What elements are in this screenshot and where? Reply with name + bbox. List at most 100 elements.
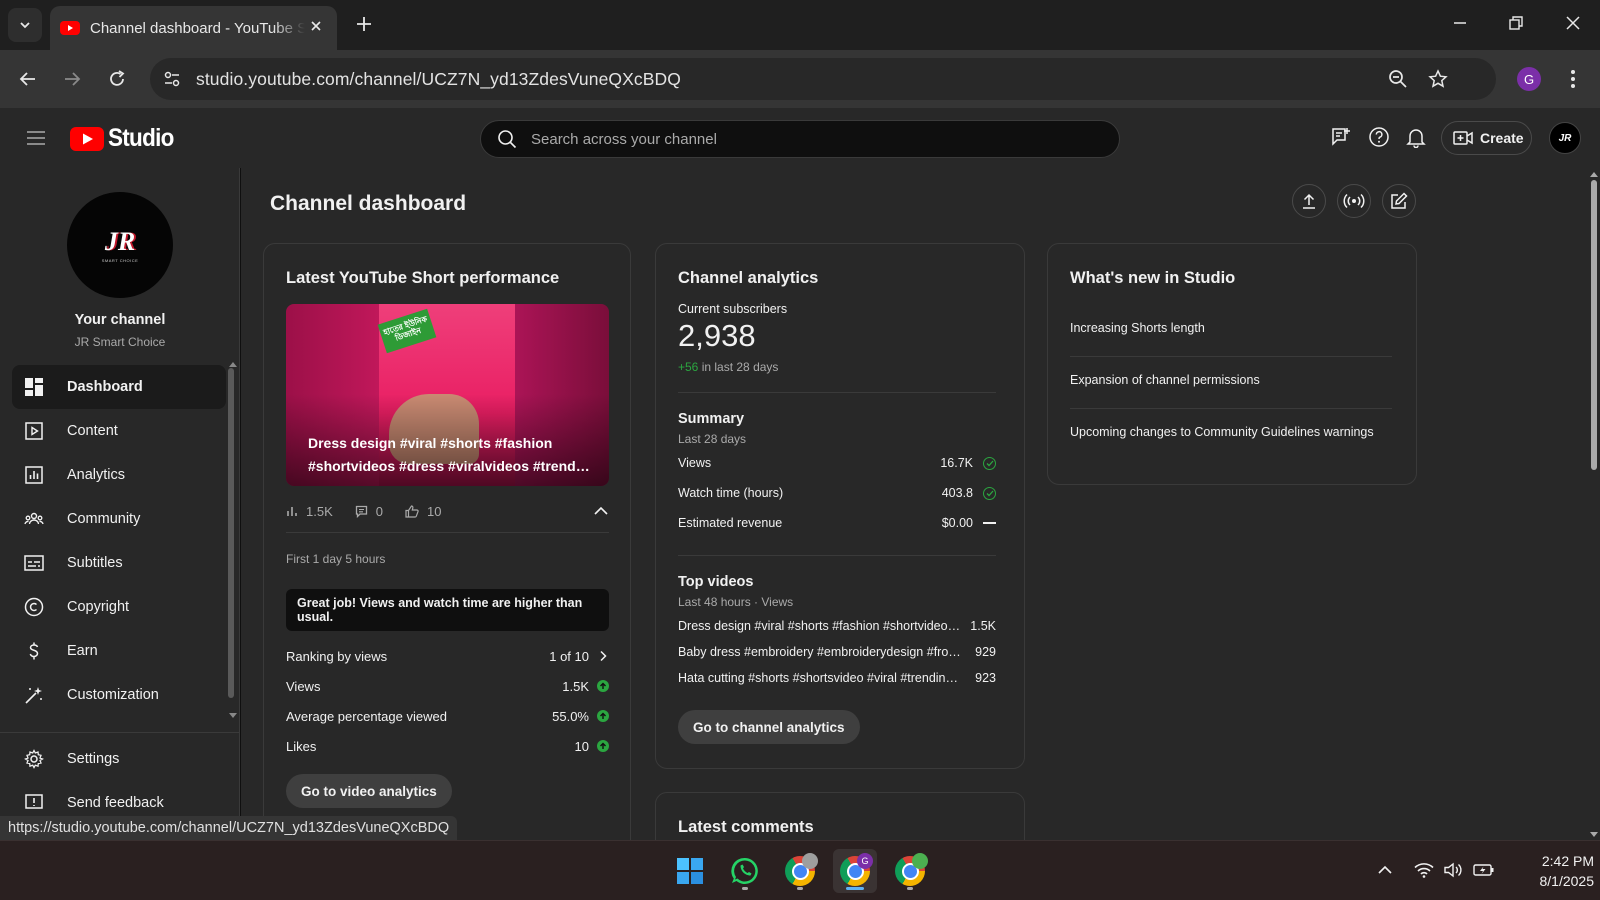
tab-search-button[interactable] <box>8 8 42 42</box>
page-scrollbar[interactable] <box>1591 180 1597 470</box>
studio-sidebar: JR SMART CHOICE Your channel JR Smart Ch… <box>0 168 240 840</box>
top-video-row[interactable]: Hata cutting #shorts #shortsvideo #viral… <box>678 668 996 688</box>
sidebar-scroll-up[interactable] <box>229 362 237 367</box>
studio-header: Studio Create JR <box>0 108 1600 168</box>
analytics-divider-2 <box>678 555 996 556</box>
browser-profile-avatar[interactable]: G <box>1517 67 1541 91</box>
sidebar-item-customization[interactable]: Customization <box>12 673 226 717</box>
short-card-title: Latest YouTube Short performance <box>286 269 560 287</box>
go-to-video-analytics-button[interactable]: Go to video analytics <box>286 774 452 808</box>
account-avatar[interactable]: JR <box>1549 122 1581 154</box>
sidebar-divider <box>0 732 239 733</box>
sidebar-item-community[interactable]: Community <box>12 497 226 541</box>
subscribers-delta-period: in last 28 days <box>701 360 779 374</box>
taskbar-chrome-profile-3[interactable] <box>888 849 932 893</box>
sidebar-item-label: Settings <box>67 751 120 767</box>
top-video-title: Dress design #viral #shorts #fashion #sh… <box>678 619 963 633</box>
battery-charging-icon[interactable] <box>1473 862 1495 878</box>
short-comments-value: 0 <box>375 503 383 519</box>
channel-avatar[interactable]: JR SMART CHOICE <box>67 192 173 298</box>
start-button[interactable] <box>668 849 712 893</box>
notifications-bell-icon[interactable] <box>1405 126 1427 148</box>
create-post-button[interactable] <box>1382 184 1416 218</box>
browser-menu-icon[interactable] <box>1570 69 1576 89</box>
new-tab-icon[interactable] <box>354 14 374 34</box>
zoom-icon[interactable] <box>1388 69 1408 89</box>
top-video-row[interactable]: Baby dress #embroidery #embroiderydesign… <box>678 642 996 662</box>
close-tab-icon[interactable] <box>309 19 323 33</box>
metric-ranking-row[interactable]: Ranking by views 1 of 10 <box>286 646 609 666</box>
clock-date: 8/1/2025 <box>1539 873 1595 889</box>
go-live-button[interactable] <box>1337 184 1371 218</box>
collapse-chevron-up-icon[interactable] <box>594 506 608 516</box>
sidebar-item-label: Community <box>67 511 141 527</box>
comment-icon <box>355 505 367 518</box>
logo-text: Studio <box>108 124 174 152</box>
live-broadcast-icon <box>1343 193 1365 209</box>
sidebar-item-copyright[interactable]: Copyright <box>12 585 226 629</box>
sidebar-item-label: Dashboard <box>67 379 143 395</box>
customization-icon <box>25 687 42 704</box>
close-window-icon[interactable] <box>1565 15 1581 31</box>
sidebar-item-subtitles[interactable]: Subtitles <box>12 541 226 585</box>
subscribers-label: Current subscribers <box>678 302 788 316</box>
help-icon[interactable] <box>1368 126 1390 148</box>
bookmark-star-icon[interactable] <box>1428 69 1448 89</box>
sidebar-scroll-down[interactable] <box>229 713 237 718</box>
analytics-divider-1 <box>678 392 996 393</box>
restore-icon[interactable] <box>1508 15 1524 31</box>
back-arrow-icon[interactable] <box>18 69 38 89</box>
url-text: studio.youtube.com/channel/UCZ7N_yd13Zde… <box>196 68 681 89</box>
dash-icon <box>983 522 996 524</box>
earn-icon <box>29 642 39 660</box>
page-title: Channel dashboard <box>270 192 467 215</box>
feedback-list-icon[interactable] <box>1330 126 1352 148</box>
sidebar-item-label: Customization <box>67 687 159 703</box>
news-item-channel-permissions[interactable]: Expansion of channel permissions <box>1070 371 1386 390</box>
site-info-icon[interactable] <box>162 69 182 89</box>
sidebar-item-earn[interactable]: Earn <box>12 629 226 673</box>
volume-icon[interactable] <box>1443 862 1463 878</box>
metric-avg-viewed-row: Average percentage viewed 55.0% <box>286 706 609 726</box>
taskbar-whatsapp[interactable] <box>723 849 767 893</box>
youtube-favicon-icon <box>60 21 80 35</box>
check-circle-icon <box>983 456 996 470</box>
sidebar-item-dashboard[interactable]: Dashboard <box>12 365 226 409</box>
sidebar-item-settings[interactable]: Settings <box>12 737 226 781</box>
taskbar-chrome-profile-1[interactable] <box>778 849 822 893</box>
sidebar-scrollbar[interactable] <box>228 368 234 698</box>
short-caption-line2: #shortvideos #dress #viralvideos #trendi… <box>308 458 593 474</box>
reload-icon[interactable] <box>107 69 127 89</box>
minimize-icon[interactable] <box>1452 15 1468 31</box>
bar-chart-icon <box>287 507 297 516</box>
top-video-title: Baby dress #embroidery #embroiderydesign… <box>678 645 963 659</box>
system-clock[interactable]: 2:42 PM 8/1/2025 <box>1510 851 1595 891</box>
settings-gear-icon <box>24 749 44 769</box>
news-item-shorts-length[interactable]: Increasing Shorts length <box>1070 319 1386 338</box>
sidebar-item-analytics[interactable]: Analytics <box>12 453 226 497</box>
browser-tab-active[interactable]: Channel dashboard - YouTube Studio <box>50 6 337 50</box>
search-input[interactable] <box>531 130 1091 148</box>
trend-up-icon <box>597 740 609 752</box>
metric-label: Ranking by views <box>286 648 388 664</box>
tray-chevron-up-icon[interactable] <box>1377 862 1393 878</box>
copyright-icon <box>24 597 44 617</box>
address-bar[interactable]: studio.youtube.com/channel/UCZ7N_yd13Zde… <box>150 58 1496 100</box>
studio-logo[interactable]: Studio <box>70 124 181 153</box>
analytics-card-title: Channel analytics <box>678 269 819 287</box>
channel-search-box[interactable] <box>480 120 1120 158</box>
short-thumbnail[interactable]: হাতের ইউনিক ডিজাইন Dress design #viral #… <box>286 304 609 486</box>
go-to-channel-analytics-button[interactable]: Go to channel analytics <box>678 710 860 744</box>
hamburger-menu-icon[interactable] <box>26 130 46 146</box>
create-button[interactable]: Create <box>1441 121 1532 155</box>
forward-arrow-icon[interactable] <box>62 69 82 89</box>
upload-button[interactable] <box>1292 184 1326 218</box>
wifi-icon[interactable] <box>1414 862 1434 878</box>
metric-label: Views <box>286 678 321 694</box>
taskbar-chrome-profile-g[interactable]: G <box>833 849 877 893</box>
news-item-community-guidelines[interactable]: Upcoming changes to Community Guidelines… <box>1070 423 1386 442</box>
top-video-row[interactable]: Dress design #viral #shorts #fashion #sh… <box>678 616 996 636</box>
sidebar-item-content[interactable]: Content <box>12 409 226 453</box>
page-scroll-up[interactable] <box>1590 172 1598 177</box>
page-scroll-down[interactable] <box>1590 832 1598 837</box>
